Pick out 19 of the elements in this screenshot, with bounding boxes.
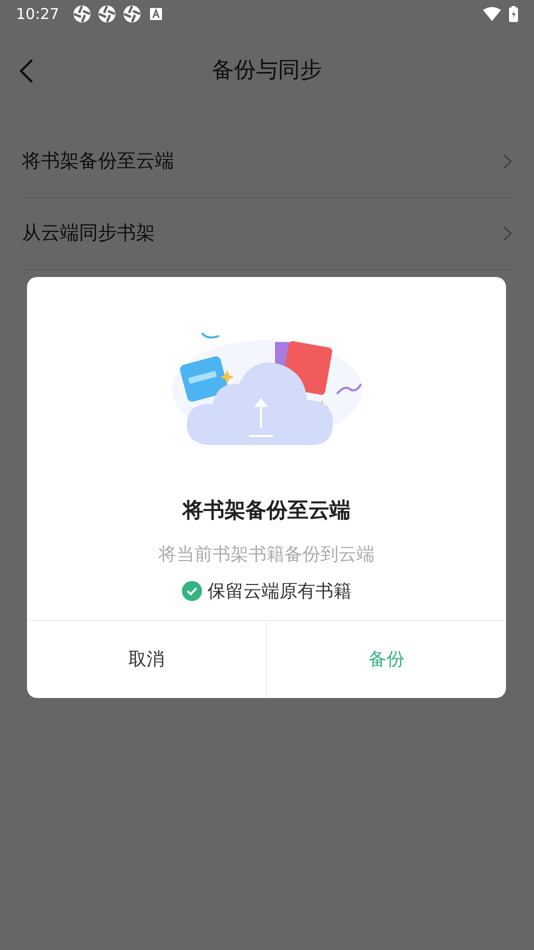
notification-icon [98,5,116,23]
battery-icon [509,6,518,22]
back-icon[interactable] [18,58,36,84]
dialog-title: 将书架备份至云端 [182,497,350,524]
page-title: 备份与同步 [212,56,322,84]
dialog-description: 将当前书架书籍备份到云端 [158,542,374,566]
app-icon [150,8,162,20]
cancel-button[interactable]: 取消 [27,621,266,698]
checkbox[interactable] [182,581,202,601]
chevron-right-icon [503,154,512,169]
settings-row[interactable]: 从云端同步书架 [22,198,512,270]
option-label: 保留云端原有书籍 [208,580,352,604]
chevron-right-icon [503,226,512,241]
notification-icon [123,5,142,23]
backup-button[interactable]: 备份 [266,621,506,698]
notification-icon [73,5,92,23]
settings-row[interactable]: 将书架备份至云端 [22,126,512,198]
status-time: 10:27 [16,4,60,25]
wifi-icon [483,7,501,21]
